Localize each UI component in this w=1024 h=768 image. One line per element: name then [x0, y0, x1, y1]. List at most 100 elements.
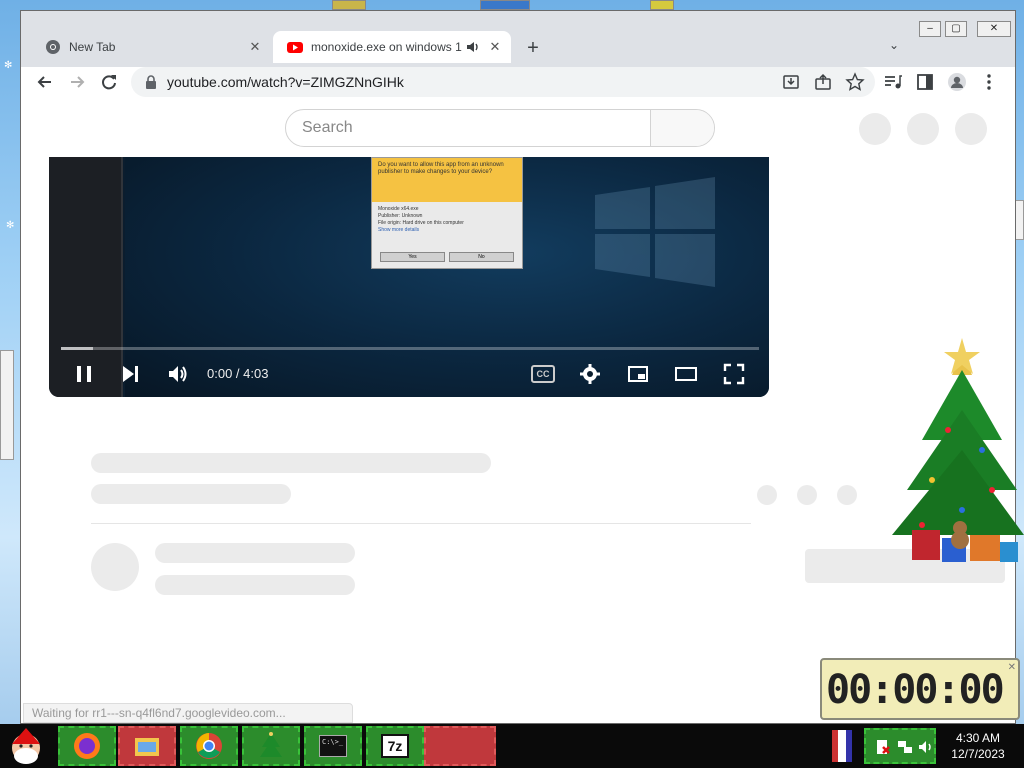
clock-digits: 00:00:00: [826, 667, 1005, 713]
placeholder-avatar: [859, 113, 891, 145]
taskbar-empty-slot[interactable]: [424, 726, 496, 766]
maximize-button[interactable]: ▢: [945, 21, 967, 37]
desktop-window-edge: [332, 0, 366, 10]
uac-origin: File origin: Hard drive on this computer: [378, 220, 464, 226]
channel-subs-placeholder: [155, 575, 355, 595]
miniplayer-icon[interactable]: [627, 363, 649, 385]
clock-date: 12/7/2023: [951, 747, 1005, 761]
search-button[interactable]: [650, 110, 714, 146]
system-tray: [864, 728, 936, 764]
speaker-icon[interactable]: [465, 39, 481, 55]
side-panel-icon[interactable]: [915, 72, 935, 92]
clock-time: 4:30 AM: [955, 731, 1001, 745]
volume-icon[interactable]: [167, 363, 189, 385]
snowflake: ✻: [6, 220, 15, 231]
address-bar[interactable]: youtube.com/watch?v=ZIMGZNnGIHk: [131, 67, 875, 97]
status-bar: Waiting for rr1---sn-q4fl6nd7.googlevide…: [23, 703, 353, 723]
minimize-button[interactable]: –: [919, 21, 941, 37]
toolbar: youtube.com/watch?v=ZIMGZNnGIHk: [21, 67, 1015, 97]
url-text: youtube.com/watch?v=ZIMGZNnGIHk: [167, 74, 404, 90]
uac-more-link: Show more details: [378, 227, 420, 233]
tab-new-tab[interactable]: New Tab ✕: [31, 31, 271, 63]
taskbar-7zip[interactable]: 7z: [366, 726, 424, 766]
divider: [91, 523, 751, 524]
profile-icon[interactable]: [947, 72, 967, 92]
tree-icon: [260, 732, 282, 757]
santa-start-icon[interactable]: [4, 726, 48, 766]
taskbar-firefox[interactable]: [58, 726, 116, 766]
captions-button[interactable]: CC: [531, 365, 555, 383]
close-icon[interactable]: ✕: [1008, 662, 1016, 673]
7zip-icon: 7z: [381, 734, 409, 758]
volume-icon[interactable]: [918, 738, 936, 756]
background-window-left: [0, 350, 14, 460]
menu-icon[interactable]: [979, 72, 999, 92]
reload-icon[interactable]: [99, 72, 119, 92]
chrome-icon: [46, 40, 60, 54]
next-icon[interactable]: [119, 363, 141, 385]
close-icon[interactable]: ✕: [247, 39, 263, 55]
install-app-icon[interactable]: [781, 72, 801, 92]
uac-no: No: [449, 252, 514, 262]
video-player[interactable]: Do you want to allow this app from an un…: [49, 157, 769, 397]
explorer-icon: [135, 738, 159, 756]
title-placeholder: [91, 453, 491, 473]
fullscreen-icon[interactable]: [723, 363, 745, 385]
christmas-tree-icon: [892, 338, 1024, 562]
tab-bar: New Tab ✕ monoxide.exe on windows 1 ✕ + …: [21, 11, 1015, 67]
pause-icon[interactable]: [73, 363, 95, 385]
uac-dialog: Do you want to allow this app from an un…: [371, 157, 523, 269]
language-flag-icon[interactable]: [832, 730, 852, 762]
countdown-widget[interactable]: ✕ 00:00:00: [820, 658, 1020, 720]
progress-buffered: [61, 347, 93, 350]
placeholder-avatar: [955, 113, 987, 145]
network-icon[interactable]: [896, 738, 914, 756]
uac-header: Do you want to allow this app from an un…: [372, 158, 522, 202]
placeholder-avatar: [907, 113, 939, 145]
taskbar-tree-app[interactable]: [242, 726, 300, 766]
chrome-icon: [196, 733, 222, 759]
uac-publisher: Publisher: Unknown: [378, 213, 423, 219]
action-placeholder: [797, 485, 817, 505]
theater-mode-icon[interactable]: [675, 363, 697, 385]
taskbar-cmd[interactable]: C:\>_: [304, 726, 362, 766]
windows-logo: [595, 177, 715, 287]
tab-title: monoxide.exe on windows 1: [311, 40, 462, 54]
uac-app-name: Monoxide x64.exe: [378, 206, 419, 212]
progress-bar[interactable]: [61, 347, 759, 350]
back-icon[interactable]: [35, 72, 55, 92]
forward-icon[interactable]: [67, 72, 87, 92]
player-controls: 0:00 / 4:03 CC: [49, 357, 769, 391]
media-control-icon[interactable]: [883, 72, 903, 92]
tab-title: New Tab: [69, 40, 116, 54]
search-input[interactable]: Search: [286, 110, 650, 146]
channel-avatar-placeholder: [91, 543, 139, 591]
close-icon[interactable]: ✕: [487, 39, 503, 55]
taskbar-explorer[interactable]: [118, 726, 176, 766]
clock[interactable]: 4:30 AM 12/7/2023: [938, 730, 1018, 764]
tab-youtube[interactable]: monoxide.exe on windows 1 ✕: [273, 31, 511, 63]
taskbar: C:\>_ 7z 4:30 AM 12/7/2023: [0, 724, 1024, 768]
share-icon[interactable]: [813, 72, 833, 92]
time-display: 0:00 / 4:03: [207, 366, 269, 381]
new-tab-button[interactable]: +: [521, 37, 545, 61]
gear-icon[interactable]: [579, 363, 601, 385]
channel-name-placeholder: [155, 543, 355, 563]
close-window-button[interactable]: ✕: [977, 21, 1011, 37]
star-icon[interactable]: [845, 72, 865, 92]
taskbar-chrome[interactable]: [180, 726, 238, 766]
subtitle-placeholder: [91, 484, 291, 504]
firefox-icon: [74, 733, 100, 759]
desktop-window-edge: [650, 0, 674, 10]
action-placeholder: [757, 485, 777, 505]
search-box[interactable]: Search: [285, 109, 715, 147]
uac-body: Monoxide x64.exe Publisher: Unknown File…: [372, 202, 522, 238]
chevron-down-icon[interactable]: ⌄: [885, 38, 903, 56]
lock-icon[interactable]: [145, 75, 157, 89]
youtube-icon: [287, 42, 303, 53]
cmd-icon: C:\>_: [319, 735, 347, 757]
desktop-window-edge: [480, 0, 530, 10]
action-center-icon[interactable]: [874, 738, 892, 756]
uac-yes: Yes: [380, 252, 445, 262]
snowflake: ✻: [4, 60, 13, 71]
